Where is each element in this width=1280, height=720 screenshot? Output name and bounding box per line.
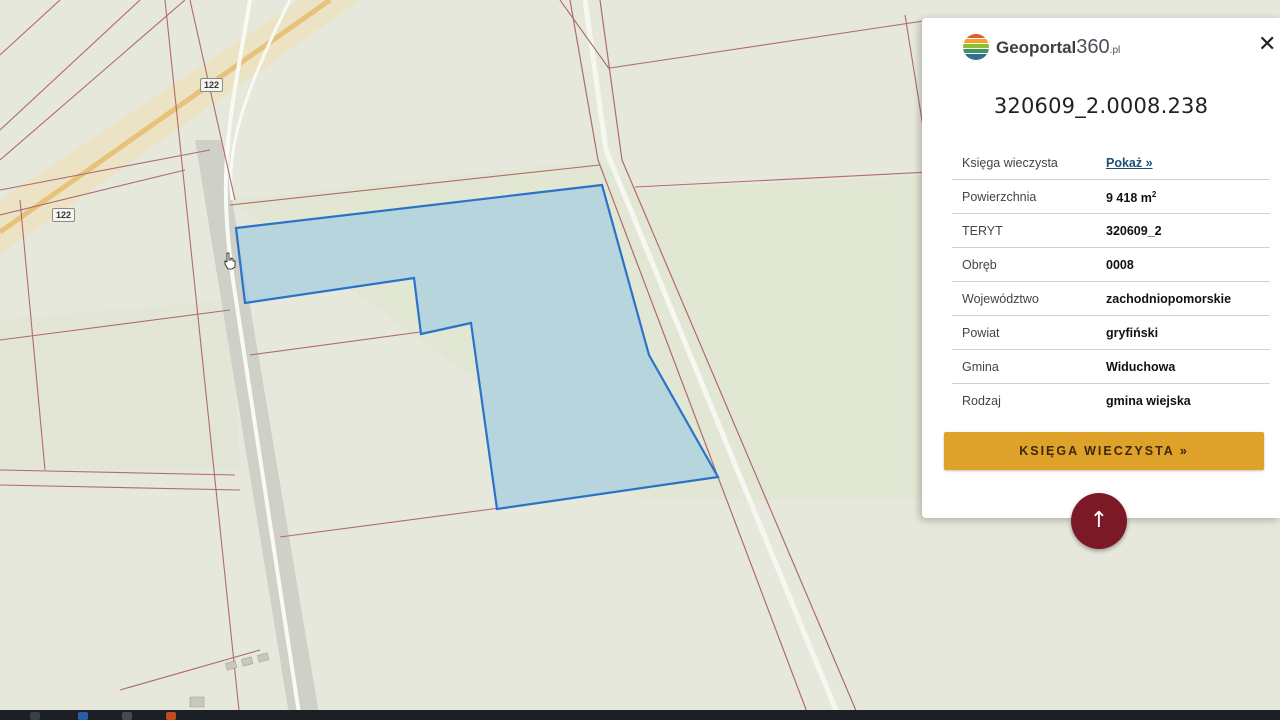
road-number-badge: 122 bbox=[200, 78, 224, 92]
road-number-badge: 122 bbox=[52, 208, 76, 222]
property-row: Gmina Widuchowa bbox=[952, 350, 1270, 384]
taskbar-app-icon[interactable] bbox=[122, 712, 132, 720]
taskbar bbox=[0, 710, 1280, 720]
hand-cursor-icon bbox=[224, 252, 236, 270]
parcel-properties: Księga wieczysta Pokaż » Powierzchnia 9 … bbox=[952, 146, 1270, 417]
property-label: TERYT bbox=[962, 224, 1003, 238]
property-row: TERYT 320609_2 bbox=[952, 214, 1270, 248]
property-value-area: 9 418 m2 bbox=[1106, 190, 1156, 205]
logo-suffix: 360 bbox=[1076, 36, 1110, 58]
taskbar-app-icon[interactable] bbox=[166, 712, 176, 720]
logo-name: Geoportal bbox=[996, 38, 1077, 57]
area-value: 9 418 m bbox=[1106, 191, 1152, 206]
geoportal-logo-icon bbox=[962, 33, 990, 61]
logo-tld: .pl bbox=[1109, 45, 1121, 56]
start-icon[interactable] bbox=[30, 712, 40, 720]
property-value: gmina wiejska bbox=[1106, 394, 1191, 408]
field-area bbox=[0, 300, 240, 470]
logo-text: Geoportal360.pl bbox=[996, 37, 1120, 57]
property-label: Powierzchnia bbox=[962, 190, 1037, 204]
property-row: Obręb 0008 bbox=[952, 248, 1270, 282]
property-value: Widuchowa bbox=[1106, 360, 1176, 374]
arrow-up-icon: ↑ bbox=[1089, 508, 1109, 533]
property-label: Księga wieczysta bbox=[962, 156, 1058, 170]
area-unit-exponent: 2 bbox=[1151, 190, 1157, 199]
geoportal-logo[interactable]: Geoportal360.pl bbox=[962, 32, 1120, 62]
property-row: Rodzaj gmina wiejska bbox=[952, 384, 1270, 417]
show-land-register-link[interactable]: Pokaż » bbox=[1106, 156, 1153, 170]
property-row: Województwo zachodniopomorskie bbox=[952, 282, 1270, 316]
land-register-button[interactable]: KSIĘGA WIECZYSTA » bbox=[944, 432, 1264, 470]
parcel-id: 320609_2.0008.238 bbox=[993, 94, 1209, 118]
property-value: gryfiński bbox=[1106, 326, 1159, 340]
property-value: zachodniopomorskie bbox=[1106, 292, 1232, 306]
property-label: Gmina bbox=[962, 360, 999, 374]
property-value: 0008 bbox=[1106, 258, 1134, 272]
property-label: Obręb bbox=[962, 258, 997, 272]
property-label: Powiat bbox=[962, 326, 1000, 340]
close-icon[interactable]: ✕ bbox=[1258, 34, 1276, 56]
taskbar-app-icon[interactable] bbox=[78, 712, 88, 720]
scroll-top-button[interactable]: ↑ bbox=[1071, 493, 1127, 549]
property-row: Księga wieczysta Pokaż » bbox=[952, 146, 1270, 180]
property-label: Województwo bbox=[962, 292, 1039, 306]
property-value: 320609_2 bbox=[1106, 224, 1162, 238]
property-label: Rodzaj bbox=[962, 394, 1001, 408]
property-row: Powierzchnia 9 418 m2 bbox=[952, 180, 1270, 214]
property-row: Powiat gryfiński bbox=[952, 316, 1270, 350]
parcel-info-panel: Geoportal360.pl ✕ 320609_2.0008.238 Księ… bbox=[922, 18, 1280, 518]
